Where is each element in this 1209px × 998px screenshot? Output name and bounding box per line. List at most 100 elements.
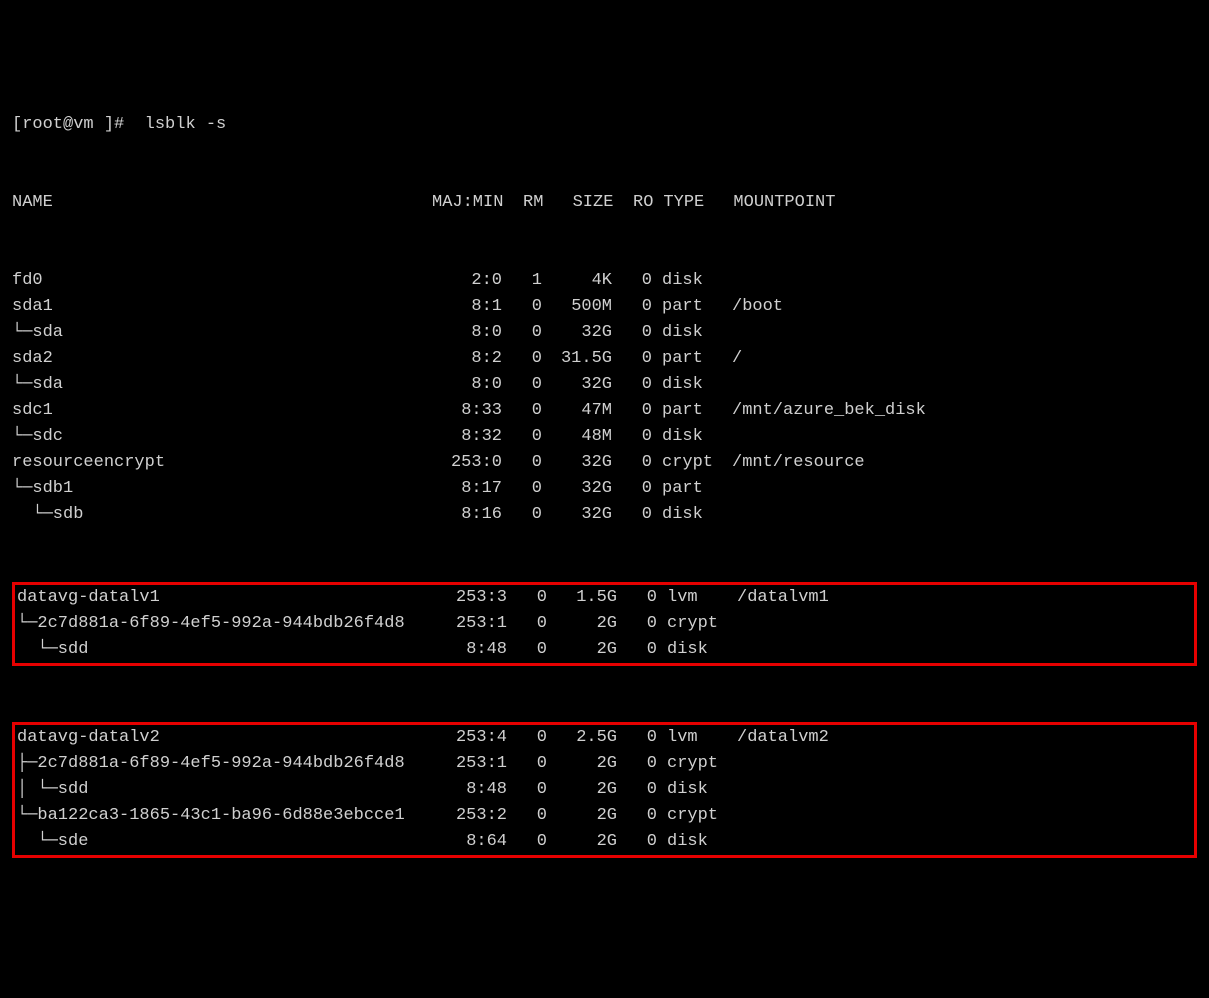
cell-rm: 1 xyxy=(502,268,542,294)
cell-type: crypt xyxy=(652,450,722,476)
cell-type: disk xyxy=(652,502,722,528)
cell-name: sdc1 xyxy=(12,398,432,424)
cell-size: 1.5G xyxy=(547,585,617,611)
cell-name: datavg-datalv1 xyxy=(17,585,437,611)
cell-majmin: 8:32 xyxy=(432,424,502,450)
cell-majmin: 8:1 xyxy=(432,294,502,320)
cell-ro: 0 xyxy=(617,751,657,777)
cell-size: 2G xyxy=(547,751,617,777)
lsblk-row: │ └─sdd8:4802G0disk xyxy=(17,777,1192,803)
cell-mount: /boot xyxy=(722,294,783,320)
lsblk-row: sdc18:33047M0part/mnt/azure_bek_disk xyxy=(12,398,1197,424)
highlight-box-1: datavg-datalv1253:301.5G0lvm/datalvm1└─2… xyxy=(12,582,1197,666)
cell-rm: 0 xyxy=(502,502,542,528)
cell-mount xyxy=(722,320,732,346)
col-size: SIZE xyxy=(543,190,613,216)
cell-name: ├─2c7d881a-6f89-4ef5-992a-944bdb26f4d8 xyxy=(17,751,437,777)
cell-ro: 0 xyxy=(617,829,657,855)
lsblk-body: fd02:014K0disksda18:10500M0part/boot└─sd… xyxy=(12,268,1197,528)
cell-size: 2G xyxy=(547,777,617,803)
cell-rm: 0 xyxy=(502,476,542,502)
cell-size: 500M xyxy=(542,294,612,320)
cell-size: 2.5G xyxy=(547,725,617,751)
cell-size: 47M xyxy=(542,398,612,424)
lsblk-row: └─sdc8:32048M0disk xyxy=(12,424,1197,450)
lsblk-row: fd02:014K0disk xyxy=(12,268,1197,294)
cell-type: disk xyxy=(652,320,722,346)
cell-mount: / xyxy=(722,346,742,372)
cell-size: 32G xyxy=(542,450,612,476)
cell-majmin: 2:0 xyxy=(432,268,502,294)
cell-mount xyxy=(727,829,737,855)
cell-rm: 0 xyxy=(507,611,547,637)
cell-size: 2G xyxy=(547,637,617,663)
cell-rm: 0 xyxy=(502,450,542,476)
cell-ro: 0 xyxy=(612,398,652,424)
cell-rm: 0 xyxy=(507,585,547,611)
cell-type: disk xyxy=(652,268,722,294)
cell-name: └─ba122ca3-1865-43c1-ba96-6d88e3ebcce1 xyxy=(17,803,437,829)
cell-majmin: 8:48 xyxy=(437,637,507,663)
cell-type: lvm xyxy=(657,725,727,751)
lsblk-row: └─ba122ca3-1865-43c1-ba96-6d88e3ebcce125… xyxy=(17,803,1192,829)
shell-prompt-line: [root@vm ]# lsblk -s xyxy=(12,112,1197,138)
cell-rm: 0 xyxy=(502,294,542,320)
cell-majmin: 253:0 xyxy=(432,450,502,476)
cell-mount: /datalvm2 xyxy=(727,725,829,751)
cell-name: │ └─sdd xyxy=(17,777,437,803)
cell-ro: 0 xyxy=(617,611,657,637)
cell-size: 32G xyxy=(542,372,612,398)
lsblk-row: └─sdd8:4802G0disk xyxy=(17,637,1192,663)
cell-rm: 0 xyxy=(507,725,547,751)
cell-ro: 0 xyxy=(612,294,652,320)
cell-majmin: 8:64 xyxy=(437,829,507,855)
lsblk-row: └─2c7d881a-6f89-4ef5-992a-944bdb26f4d825… xyxy=(17,611,1192,637)
cell-ro: 0 xyxy=(612,424,652,450)
cell-size: 32G xyxy=(542,476,612,502)
cell-type: part xyxy=(652,476,722,502)
lsblk-row: resourceencrypt253:0032G0crypt/mnt/resou… xyxy=(12,450,1197,476)
cell-ro: 0 xyxy=(617,585,657,611)
lsblk-row: └─sdb18:17032G0part xyxy=(12,476,1197,502)
cell-rm: 0 xyxy=(502,346,542,372)
cell-mount xyxy=(722,268,732,294)
cell-mount xyxy=(727,611,737,637)
cell-type: disk xyxy=(657,637,727,663)
cell-ro: 0 xyxy=(612,450,652,476)
cell-mount xyxy=(727,637,737,663)
lsblk-row: ├─2c7d881a-6f89-4ef5-992a-944bdb26f4d825… xyxy=(17,751,1192,777)
lsblk-row: └─sda8:0032G0disk xyxy=(12,320,1197,346)
cell-ro: 0 xyxy=(617,777,657,803)
cell-type: disk xyxy=(652,424,722,450)
col-majmin: MAJ:MIN xyxy=(432,190,503,216)
lsblk-row: └─sde8:6402G0disk xyxy=(17,829,1192,855)
cell-mount: /mnt/azure_bek_disk xyxy=(722,398,926,424)
col-rm: RM xyxy=(503,190,543,216)
col-ro: RO xyxy=(613,190,653,216)
cell-majmin: 253:4 xyxy=(437,725,507,751)
cell-name: fd0 xyxy=(12,268,432,294)
cell-type: part xyxy=(652,346,722,372)
cell-rm: 0 xyxy=(507,777,547,803)
cell-size: 48M xyxy=(542,424,612,450)
cell-ro: 0 xyxy=(617,725,657,751)
cell-majmin: 253:3 xyxy=(437,585,507,611)
col-type: TYPE xyxy=(653,190,723,216)
cell-majmin: 8:48 xyxy=(437,777,507,803)
cell-name: sda1 xyxy=(12,294,432,320)
cell-type: crypt xyxy=(657,751,727,777)
col-name: NAME xyxy=(12,190,432,216)
cell-rm: 0 xyxy=(502,320,542,346)
prompt-command: lsblk -s xyxy=(145,115,227,134)
cell-type: lvm xyxy=(657,585,727,611)
cell-name: datavg-datalv2 xyxy=(17,725,437,751)
cell-size: 2G xyxy=(547,611,617,637)
cell-type: disk xyxy=(657,777,727,803)
lsblk-row: sda18:10500M0part/boot xyxy=(12,294,1197,320)
cell-name: └─2c7d881a-6f89-4ef5-992a-944bdb26f4d8 xyxy=(17,611,437,637)
cell-ro: 0 xyxy=(617,637,657,663)
cell-size: 4K xyxy=(542,268,612,294)
cell-majmin: 8:0 xyxy=(432,372,502,398)
lsblk-row: └─sda8:0032G0disk xyxy=(12,372,1197,398)
cell-type: crypt xyxy=(657,611,727,637)
